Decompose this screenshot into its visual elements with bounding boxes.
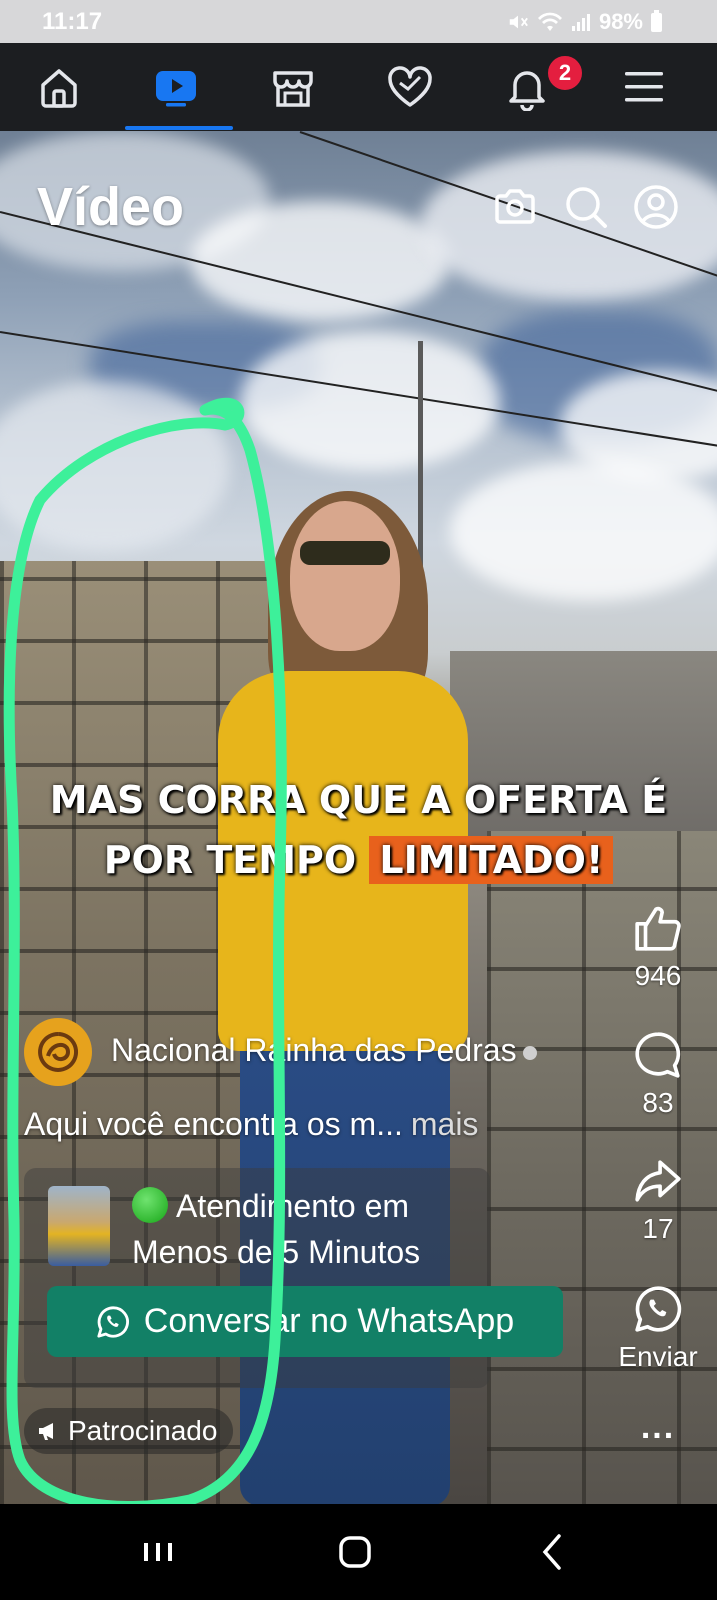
back-button[interactable] xyxy=(522,1522,582,1582)
recent-apps-icon xyxy=(144,1543,172,1561)
send-button[interactable]: Enviar xyxy=(614,1284,702,1373)
share-icon xyxy=(635,1160,681,1202)
status-time: 11:17 xyxy=(42,8,103,35)
like-button[interactable]: 946 xyxy=(628,903,688,992)
camera-icon[interactable] xyxy=(491,183,539,231)
brand-logo-icon xyxy=(38,1032,79,1072)
like-count: 946 xyxy=(634,960,682,991)
top-navigation xyxy=(0,43,717,131)
search-icon[interactable] xyxy=(562,183,610,231)
back-icon xyxy=(542,1534,561,1570)
author-name[interactable]: Nacional Rainha das Pedras xyxy=(111,1032,517,1068)
video-caption-line1: MAS CORRA QUE A OFERTA É xyxy=(49,778,668,822)
caption-text: POR TEMPO xyxy=(103,838,357,882)
recent-apps-button[interactable] xyxy=(128,1522,188,1582)
page-title: Vídeo xyxy=(37,177,185,237)
notification-badge: 2 xyxy=(546,54,584,92)
share-button[interactable]: 17 xyxy=(628,1156,688,1245)
send-label: Enviar xyxy=(618,1341,698,1372)
sponsored-badge[interactable]: Patrocinado xyxy=(24,1408,234,1454)
ad-headline[interactable]: Atendimento em Menos de 5 Minutos xyxy=(132,1183,420,1275)
comment-icon xyxy=(635,1032,681,1078)
home-circle-icon xyxy=(339,1536,371,1568)
sponsored-label: Patrocinado xyxy=(68,1415,218,1446)
ad-thumbnail[interactable] xyxy=(48,1186,110,1266)
share-count: 17 xyxy=(642,1213,674,1244)
whatsapp-cta-button[interactable]: Conversar no WhatsApp xyxy=(47,1286,563,1357)
video-icon[interactable] xyxy=(146,57,206,117)
green-circle-icon xyxy=(132,1187,168,1223)
ad-headline-line1: Atendimento em xyxy=(176,1188,410,1224)
battery-percent: 98% xyxy=(598,9,643,34)
signal-icon xyxy=(571,14,590,31)
active-tab-indicator xyxy=(125,126,233,130)
battery-icon xyxy=(651,9,662,32)
see-more-link[interactable]: mais xyxy=(411,1106,479,1142)
whatsapp-icon xyxy=(97,1305,129,1338)
author-name-row[interactable]: Nacional Rainha das Pedras xyxy=(111,1032,537,1069)
verified-icon xyxy=(522,1045,537,1060)
author-avatar[interactable] xyxy=(24,1018,92,1086)
like-icon xyxy=(635,906,681,951)
home-button[interactable] xyxy=(325,1522,385,1582)
mute-icon xyxy=(509,15,528,29)
whatsapp-icon xyxy=(635,1286,682,1332)
description-text: Aqui você encontra os m... xyxy=(24,1106,403,1142)
marketplace-icon[interactable] xyxy=(263,57,323,117)
status-bar: 11:17 98% xyxy=(0,0,717,43)
caption-highlight: LIMITADO! xyxy=(369,836,614,884)
system-navigation-bar xyxy=(0,1504,717,1600)
ad-headline-line2: Menos de 5 Minutos xyxy=(132,1234,421,1270)
cta-label: Conversar no WhatsApp xyxy=(143,1302,515,1340)
post-description[interactable]: Aqui você encontra os m... mais xyxy=(24,1106,478,1143)
megaphone-icon xyxy=(39,1423,53,1440)
menu-icon[interactable] xyxy=(614,57,674,117)
more-options-button[interactable]: ... xyxy=(628,1408,688,1447)
wifi-icon xyxy=(537,12,562,32)
comment-button[interactable]: 83 xyxy=(628,1030,688,1119)
home-icon[interactable] xyxy=(29,57,89,117)
video-caption-line2: POR TEMPO LIMITADO! xyxy=(0,836,717,884)
comment-count: 83 xyxy=(642,1087,674,1118)
status-icons: 98% xyxy=(507,9,662,35)
dating-icon[interactable] xyxy=(380,57,440,117)
profile-icon[interactable] xyxy=(632,183,680,231)
